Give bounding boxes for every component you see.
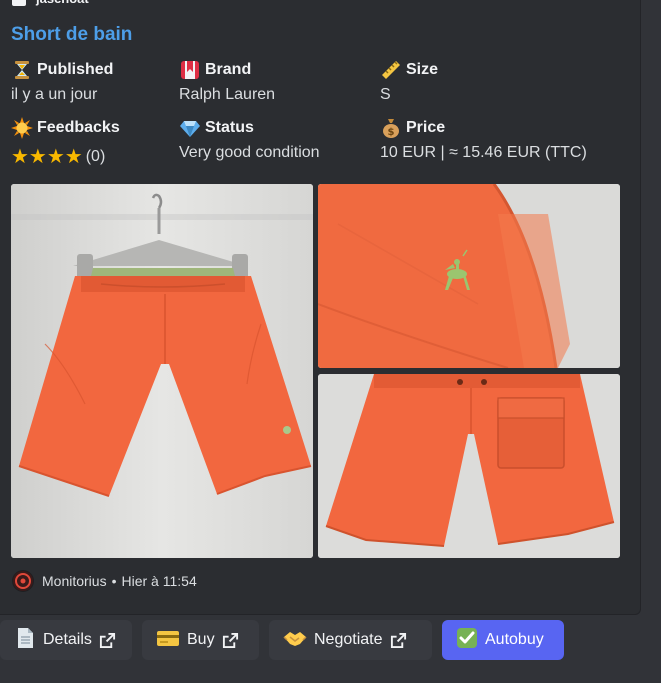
field-label-size: Size [406, 61, 439, 78]
autobuy-button[interactable]: Autobuy [442, 620, 564, 660]
field-price: $ Price 10 EUR | ≈ 15.46 EUR (TTC) [380, 117, 587, 162]
listing-embed: jasenoat Short de bain Published il y a … [0, 0, 641, 615]
hourglass-icon [11, 59, 33, 81]
field-feedbacks: Feedbacks ★★★★ (0) [11, 117, 120, 169]
field-label-status: Status [205, 119, 254, 136]
external-link-icon [222, 632, 238, 648]
gem-icon [179, 117, 201, 139]
field-brand: Brand Ralph Lauren [179, 59, 275, 104]
negotiate-button[interactable]: Negotiate [269, 620, 432, 660]
author-name[interactable]: jasenoat [36, 0, 89, 6]
product-photo-back[interactable] [318, 374, 620, 558]
sun-icon [11, 117, 33, 139]
field-status: Status Very good condition [179, 117, 320, 162]
field-label-published: Published [37, 61, 114, 78]
bookmark-icon [179, 59, 201, 81]
footer-name: Monitorius [42, 573, 107, 589]
feedbacks-value: ★★★★ (0) [11, 144, 120, 169]
negotiate-label: Negotiate [314, 631, 383, 648]
field-label-feedbacks: Feedbacks [37, 119, 120, 136]
embed-footer: Monitorius • Hier à 11:54 [12, 570, 197, 592]
buy-button[interactable]: Buy [142, 620, 259, 660]
svg-text:$: $ [388, 127, 395, 138]
buy-label: Buy [187, 631, 215, 648]
external-link-icon [390, 632, 406, 648]
product-photo-logo[interactable] [318, 184, 620, 368]
field-label-price: Price [406, 119, 446, 136]
author-header: jasenoat [12, 0, 89, 8]
monitorius-logo-icon [12, 570, 34, 592]
field-published: Published il y a un jour [11, 59, 113, 104]
size-value: S [380, 86, 391, 103]
field-label-brand: Brand [205, 61, 252, 78]
feedback-count: (0) [85, 148, 106, 165]
ruler-icon [380, 59, 402, 81]
footer-separator: • [111, 573, 117, 589]
details-button[interactable]: Details [0, 620, 132, 660]
price-value: 10 EUR | ≈ 15.46 EUR (TTC) [380, 144, 587, 161]
credit-card-icon [156, 627, 180, 654]
action-buttons: Details Buy Negotiate Autobuy [0, 620, 564, 660]
footer-timestamp: Hier à 11:54 [121, 573, 197, 589]
star-rating: ★★★★ [11, 146, 83, 168]
author-avatar [12, 0, 26, 6]
field-size: Size S [380, 59, 438, 104]
brand-value: Ralph Lauren [179, 86, 276, 103]
listing-title[interactable]: Short de bain [11, 24, 132, 46]
handshake-icon [283, 627, 307, 654]
money-bag-icon: $ [380, 117, 402, 139]
published-value[interactable]: il y a un jour [11, 86, 97, 103]
external-link-icon [99, 632, 115, 648]
product-photo-front[interactable] [11, 184, 313, 558]
details-label: Details [43, 631, 92, 648]
autobuy-label: Autobuy [485, 631, 544, 648]
page-icon [14, 627, 36, 654]
status-value: Very good condition [179, 144, 320, 161]
check-mark-icon [456, 627, 478, 654]
